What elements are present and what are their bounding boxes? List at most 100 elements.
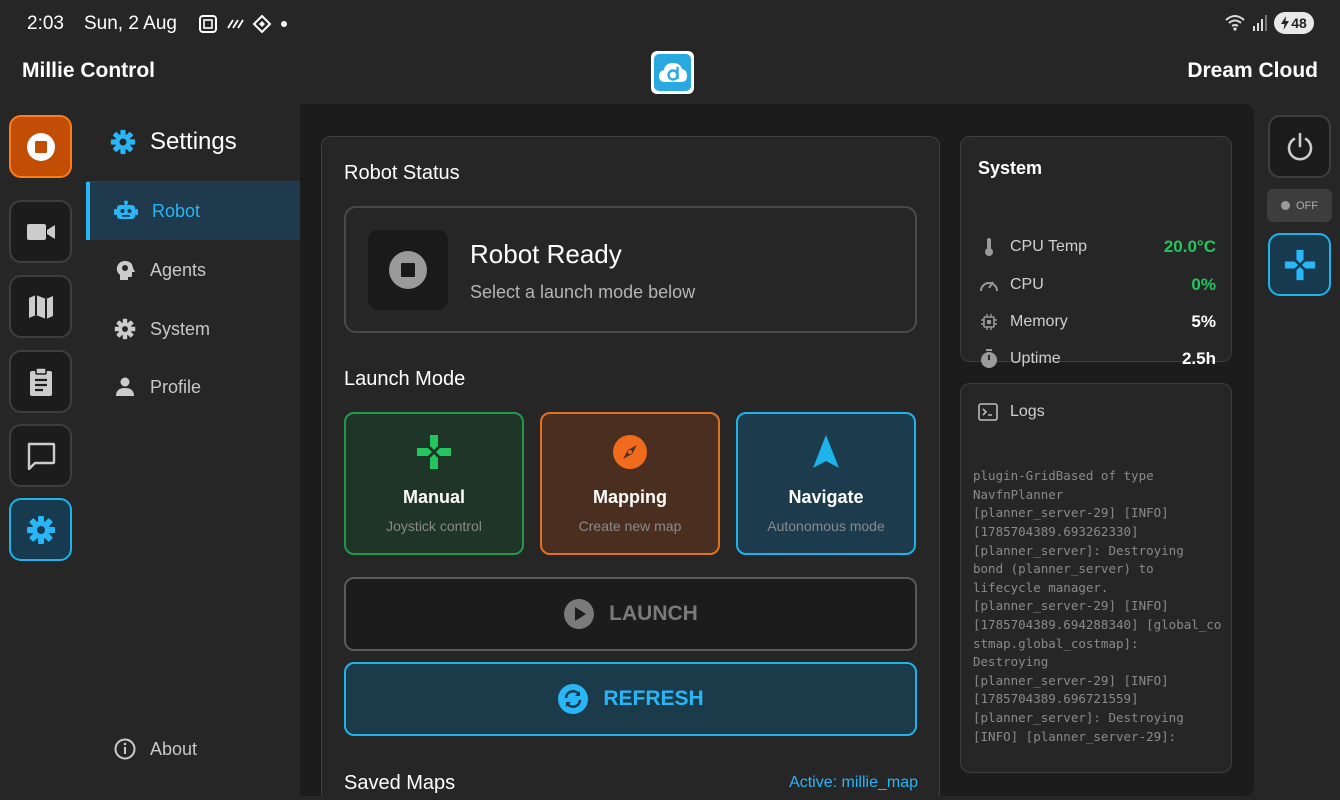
dot-icon bbox=[281, 21, 287, 27]
logs-title: Logs bbox=[1010, 403, 1045, 420]
stat-value: 2.5h bbox=[1181, 349, 1216, 368]
stat-value: 5% bbox=[1191, 312, 1216, 331]
toggle-label: OFF bbox=[1296, 199, 1318, 212]
gear-icon bbox=[26, 515, 55, 544]
compass-icon bbox=[613, 435, 647, 469]
chip-icon bbox=[981, 314, 997, 330]
charging-icon bbox=[1281, 16, 1290, 30]
mode-mapping-button[interactable]: Mapping Create new map bbox=[540, 412, 720, 555]
brand-name: Dream Cloud bbox=[1187, 59, 1318, 82]
launch-button[interactable]: LAUNCH bbox=[344, 577, 917, 651]
navigation-arrow-icon bbox=[813, 435, 839, 468]
settings-header: Settings bbox=[110, 128, 237, 156]
mode-subtitle: Autonomous mode bbox=[767, 518, 885, 534]
status-indicator bbox=[368, 230, 448, 310]
launch-label: LAUNCH bbox=[609, 602, 698, 625]
robot-status-heading: Robot Status bbox=[344, 162, 460, 184]
stat-value: 0% bbox=[1191, 275, 1216, 294]
active-map-label: Active: millie_map bbox=[789, 774, 918, 791]
mode-title: Mapping bbox=[593, 487, 667, 507]
stat-value: 20.0°C bbox=[1163, 237, 1216, 256]
mode-subtitle: Joystick control bbox=[386, 518, 482, 534]
sidebar-item-about[interactable]: About bbox=[86, 720, 300, 778]
clock: 2:03 bbox=[27, 13, 64, 34]
clipboard-icon bbox=[29, 366, 52, 396]
person-icon bbox=[116, 377, 134, 396]
stat-uptime: Uptime 2.5h bbox=[978, 347, 1216, 371]
gauge-icon bbox=[980, 281, 998, 292]
wifi-icon bbox=[1225, 15, 1245, 31]
sidebar-item-label: Profile bbox=[150, 376, 202, 397]
system-stats-card: System CPU Temp 20.0°C CPU 0% Memory 5% … bbox=[960, 136, 1232, 368]
stat-memory: Memory 5% bbox=[978, 310, 1216, 334]
stat-cpu-temp: CPU Temp 20.0°C bbox=[978, 235, 1216, 259]
sidebar-item-profile[interactable]: Profile bbox=[86, 358, 300, 416]
gear-icon bbox=[110, 129, 136, 155]
settings-title: Settings bbox=[150, 128, 237, 155]
status-bar: 2:03 Sun, 2 Aug 48 bbox=[0, 0, 1340, 48]
sidebar-item-system[interactable]: System bbox=[86, 300, 300, 358]
gamepad-icon bbox=[1284, 249, 1315, 280]
power-button[interactable] bbox=[1268, 115, 1331, 178]
brain-icon bbox=[116, 261, 135, 280]
mode-navigate-button[interactable]: Navigate Autonomous mode bbox=[736, 412, 916, 555]
chat-icon bbox=[27, 442, 55, 470]
system-title: System bbox=[978, 158, 1043, 178]
stop-icon bbox=[26, 132, 55, 161]
app-title: Millie Control bbox=[22, 59, 155, 82]
launch-mode-heading: Launch Mode bbox=[344, 368, 466, 390]
mode-title: Manual bbox=[402, 487, 465, 507]
settings-sidebar: Settings Robot Agents System Profile Abo… bbox=[86, 104, 300, 796]
sidebar-item-label: Robot bbox=[152, 200, 201, 221]
timer-icon bbox=[981, 349, 997, 368]
refresh-button[interactable]: REFRESH bbox=[344, 662, 917, 736]
refresh-label: REFRESH bbox=[603, 687, 704, 710]
map-nav-button[interactable] bbox=[9, 275, 72, 338]
stop-icon bbox=[389, 251, 427, 289]
video-camera-icon bbox=[26, 223, 55, 240]
status-title: Robot Ready bbox=[470, 239, 622, 269]
settings-nav-button[interactable] bbox=[9, 498, 72, 561]
sidebar-item-label: About bbox=[150, 738, 198, 759]
stat-cpu: CPU 0% bbox=[978, 273, 1216, 297]
diamond-icon bbox=[252, 14, 272, 34]
map-icon bbox=[28, 294, 53, 319]
sidebar-item-label: Agents bbox=[150, 259, 207, 280]
logs-header: Logs bbox=[978, 403, 1045, 421]
terminal-icon bbox=[978, 403, 998, 421]
sidebar-item-label: System bbox=[150, 318, 211, 339]
mode-subtitle: Create new map bbox=[578, 518, 682, 534]
gamepad-icon bbox=[417, 435, 451, 469]
signal-icon bbox=[1253, 15, 1267, 31]
gear-icon bbox=[114, 318, 136, 340]
thermometer-icon bbox=[985, 238, 993, 256]
mode-manual-button[interactable]: Manual Joystick control bbox=[344, 412, 524, 555]
main-panel: Settings Robot Agents System Profile Abo… bbox=[86, 104, 1254, 796]
status-subtitle: Select a launch mode below bbox=[470, 282, 696, 302]
stat-label: CPU bbox=[1010, 276, 1044, 293]
log-text: plugin-GridBased of type NavfnPlanner [p… bbox=[973, 468, 1222, 744]
sidebar-item-robot[interactable]: Robot bbox=[86, 182, 300, 240]
battery-indicator: 48 bbox=[1274, 12, 1314, 34]
date: Sun, 2 Aug bbox=[84, 13, 177, 34]
tasks-nav-button[interactable] bbox=[9, 350, 72, 413]
battery-level: 48 bbox=[1291, 15, 1307, 31]
camera-nav-button[interactable] bbox=[9, 200, 72, 263]
play-circle-icon bbox=[564, 599, 595, 629]
robot-icon bbox=[114, 200, 138, 219]
info-icon bbox=[114, 738, 136, 760]
system-tray: 48 bbox=[1224, 12, 1314, 34]
notification-icons bbox=[198, 14, 288, 34]
chat-nav-button[interactable] bbox=[9, 424, 72, 487]
toggle-dot bbox=[1281, 201, 1290, 210]
sidebar-item-agents[interactable]: Agents bbox=[86, 241, 300, 299]
refresh-icon bbox=[558, 684, 589, 714]
mode-title: Navigate bbox=[788, 487, 864, 507]
robot-status-panel: Robot Ready Select a launch mode below bbox=[344, 206, 917, 333]
power-toggle[interactable]: OFF bbox=[1267, 189, 1332, 222]
emergency-stop-button[interactable] bbox=[9, 115, 72, 178]
saved-maps-heading: Saved Maps bbox=[344, 772, 456, 794]
robot-control-card: Robot Status Robot Ready Select a launch… bbox=[321, 136, 940, 796]
joystick-button[interactable] bbox=[1268, 233, 1331, 296]
log-output[interactable]: plugin-GridBased of type NavfnPlanner [p… bbox=[973, 430, 1223, 746]
